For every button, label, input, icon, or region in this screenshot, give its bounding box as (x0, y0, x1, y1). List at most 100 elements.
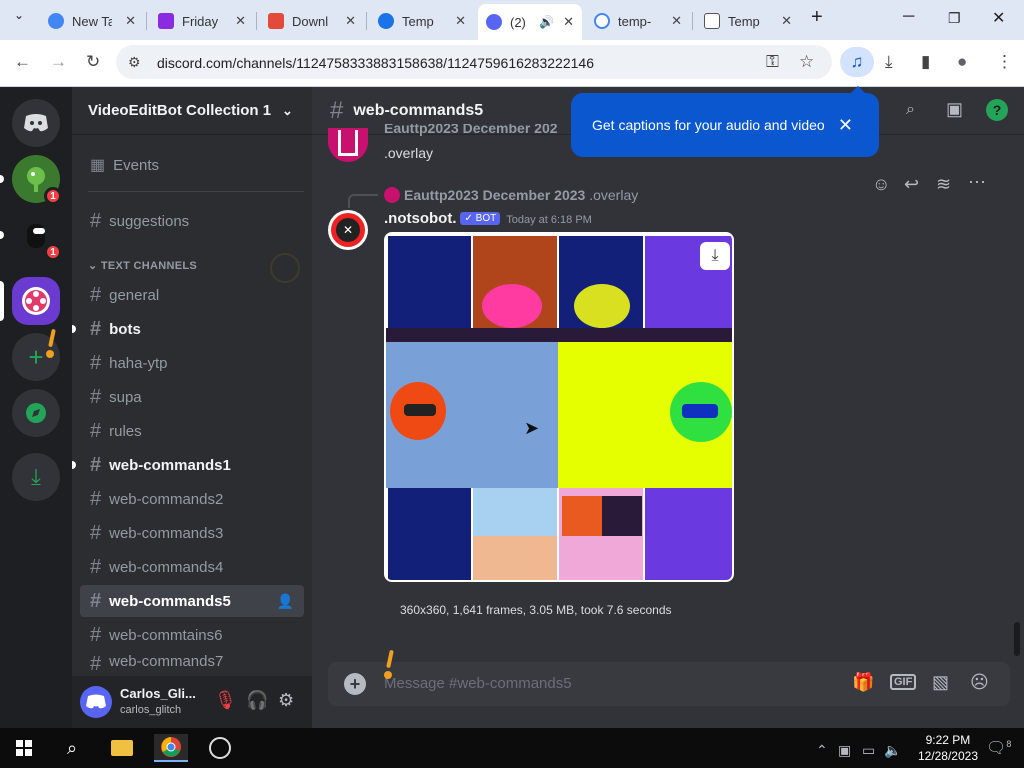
site-settings-icon[interactable]: ⚙ (128, 54, 141, 71)
message-composer[interactable]: + Message #web-commands5 🎁 GIF ▧ ☹ (328, 662, 1010, 706)
inbox-icon[interactable]: ▣ (946, 99, 963, 120)
clock[interactable]: 9:22 PM 12/28/2023 (918, 732, 978, 764)
mic-muted-icon[interactable]: 🎙 (214, 690, 237, 711)
profile-icon[interactable]: ● (957, 52, 967, 72)
headphones-icon[interactable]: 🎧 (246, 690, 268, 711)
avatar[interactable] (80, 686, 112, 718)
close-tab-icon[interactable]: ✕ (235, 13, 246, 29)
channel-rules[interactable]: # rules (80, 415, 304, 447)
server-avatar[interactable]: 1 (12, 155, 62, 205)
sticker-icon[interactable]: ▧ (932, 672, 949, 693)
attachment-info: 360x360, 1,641 frames, 3.05 MB, took 7.6… (400, 603, 672, 617)
help-icon[interactable]: ? (986, 99, 1008, 121)
hashtag-icon: # (90, 453, 102, 476)
close-window-icon[interactable]: ✕ (992, 8, 1005, 28)
tab-discord-active[interactable]: (2) 🔊 ✕ (478, 4, 582, 40)
close-tab-icon[interactable]: ✕ (125, 13, 136, 29)
download-icon[interactable]: ⤓ (700, 242, 730, 270)
add-reaction-icon[interactable]: ☺ (872, 174, 890, 195)
channel-haha-ytp[interactable]: # haha-ytp (80, 347, 304, 379)
media-controls-icon[interactable]: ♫ (840, 47, 874, 77)
avatar[interactable]: ✕ (328, 210, 368, 250)
close-tab-icon[interactable]: ✕ (671, 13, 682, 29)
notifications-icon[interactable]: 🗨8 (986, 738, 1011, 758)
category-header[interactable]: ⌄ TEXT CHANNELS (88, 259, 197, 272)
video-attachment[interactable]: ⤓ ➤ (384, 232, 734, 582)
side-panel-icon[interactable]: ▮ (921, 52, 930, 72)
file-explorer-icon[interactable] (108, 734, 136, 762)
channel-supa[interactable]: # supa (80, 381, 304, 413)
scrollbar[interactable] (1014, 622, 1020, 656)
add-member-icon[interactable]: 👤 (277, 593, 294, 610)
tab-search-icon[interactable]: ⌄ (14, 8, 24, 22)
windows-start-icon[interactable] (10, 734, 38, 762)
gift-icon[interactable]: 🎁 (852, 672, 874, 693)
create-thread-icon[interactable]: ≋ (936, 174, 951, 195)
channel-bots[interactable]: # bots (72, 313, 304, 345)
tab-temp-mail[interactable]: Temp ✕ (696, 6, 800, 36)
windows-taskbar: ⌕ ⌃ ▣ ▭ 🔈 9:22 PM 12/28/2023 🗨8 (0, 728, 1024, 768)
emoji-icon[interactable]: ☹ (970, 672, 989, 693)
hashtag-icon: # (90, 209, 102, 232)
audio-playing-icon[interactable]: 🔊 (539, 15, 554, 29)
reload-icon[interactable]: ↻ (86, 52, 100, 72)
chrome-taskbar-icon[interactable] (154, 734, 188, 762)
menu-kebab-icon[interactable]: ⋮ (996, 52, 1013, 72)
explore-servers-icon[interactable] (12, 389, 60, 437)
tray-chevron-icon[interactable]: ⌃ (816, 742, 828, 759)
close-tab-icon[interactable]: ✕ (781, 13, 792, 29)
tab-new-tab[interactable]: New Ta ✕ (40, 6, 144, 36)
close-tab-icon[interactable]: ✕ (455, 13, 466, 29)
download-apps-icon[interactable]: ⤓ (12, 453, 60, 501)
more-options-icon[interactable]: ⋯ (968, 172, 986, 193)
message-input[interactable]: Message #web-commands5 (384, 675, 572, 692)
new-tab-button[interactable]: + (811, 6, 823, 29)
url-text[interactable]: discord.com/channels/1124758333883158638… (157, 55, 594, 71)
volume-icon[interactable]: 🔈 (884, 742, 901, 759)
tab-friday[interactable]: Friday ✕ (150, 6, 254, 36)
close-tab-icon[interactable]: ✕ (563, 14, 574, 30)
tray-app-icon[interactable]: ▣ (838, 742, 851, 759)
tab-temp[interactable]: Temp ✕ (370, 6, 474, 36)
bookmark-star-icon[interactable]: ☆ (799, 52, 814, 72)
search-icon[interactable]: ⌕ (58, 734, 86, 762)
search-icon[interactable]: ⌕ (906, 101, 915, 119)
channel-general[interactable]: # general (80, 279, 304, 311)
discord-icon (486, 14, 502, 30)
close-popup-icon[interactable]: ✕ (838, 115, 853, 136)
events-item[interactable]: ▦ Events (80, 149, 304, 181)
message-author[interactable]: Eauttp2023 December 202 (384, 124, 558, 138)
channel-web-commands7[interactable]: # web-commands7 (80, 653, 304, 673)
username[interactable]: Carlos_Gli... carlos_glitch (120, 686, 196, 718)
server-videoeditbot[interactable] (12, 277, 60, 325)
reply-icon[interactable]: ↩ (904, 174, 919, 195)
channel-web-commands2[interactable]: # web-commands2 (80, 483, 304, 515)
tab-temp-google[interactable]: temp- ✕ (586, 6, 690, 36)
user-settings-gear-icon[interactable]: ⚙ (278, 690, 294, 711)
obs-icon[interactable] (206, 734, 234, 762)
server-header[interactable]: VideoEditBot Collection 1.0 ⌄ (72, 87, 312, 135)
upload-plus-icon[interactable]: + (344, 673, 366, 695)
cursor-highlight (46, 328, 58, 359)
close-tab-icon[interactable]: ✕ (345, 13, 356, 29)
reply-preview[interactable]: Eauttp2023 December 2023 .overlay (404, 187, 638, 203)
hashtag-icon: # (90, 555, 102, 578)
channel-web-commands4[interactable]: # web-commands4 (80, 551, 304, 583)
forward-icon[interactable]: → (50, 52, 67, 72)
maximize-icon[interactable]: ❐ (948, 10, 961, 27)
key-icon[interactable]: ⚿ (766, 52, 779, 72)
tab-download[interactable]: Downl ✕ (260, 6, 364, 36)
back-icon[interactable]: ← (14, 52, 31, 72)
channel-web-commands1[interactable]: # web-commands1 (72, 449, 304, 481)
minimize-icon[interactable]: ─ (903, 8, 914, 26)
message-author[interactable]: .notsobot. (384, 210, 456, 227)
discord-home-icon[interactable] (12, 99, 60, 147)
downloads-icon[interactable]: ⤓ (885, 52, 893, 72)
network-icon[interactable]: ▭ (862, 742, 875, 759)
channel-suggestions[interactable]: # suggestions (80, 205, 304, 237)
server-avatar[interactable]: 1 (12, 211, 62, 261)
channel-web-commtains6[interactable]: # web-commtains6 (80, 619, 304, 651)
channel-web-commands3[interactable]: # web-commands3 (80, 517, 304, 549)
channel-web-commands5[interactable]: # web-commands5 👤 (80, 585, 304, 617)
gif-icon[interactable]: GIF (890, 674, 917, 690)
